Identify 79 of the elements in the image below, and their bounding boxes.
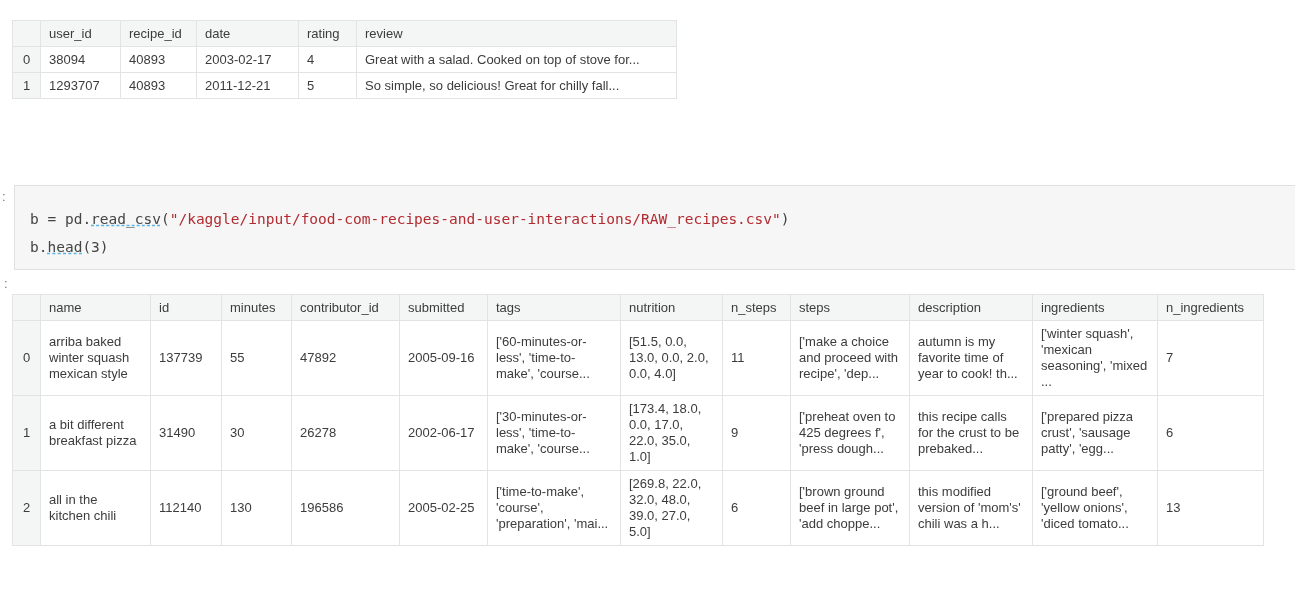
table-cell: 13 <box>1157 470 1264 546</box>
index-header <box>12 294 41 321</box>
table-cell: [173.4, 18.0, 0.0, 17.0, 22.0, 35.0, 1.0] <box>620 395 723 471</box>
code-text: b = pd. <box>30 211 92 227</box>
row-index: 1 <box>12 395 41 471</box>
table-cell: 11 <box>722 320 791 396</box>
column-header: n_steps <box>722 294 791 321</box>
code-text: ( <box>160 211 170 227</box>
index-header <box>12 20 41 47</box>
table-cell: 196586 <box>291 470 400 546</box>
table-cell: Great with a salad. Cooked on top of stove for... <box>356 46 677 73</box>
table-cell: 1293707 <box>40 72 121 99</box>
table-cell: 2003-02-17 <box>196 46 299 73</box>
column-header: description <box>909 294 1033 321</box>
table-cell: 7 <box>1157 320 1264 396</box>
row-index: 0 <box>12 46 41 73</box>
table-cell: ['brown ground beef in large pot', 'add choppe... <box>790 470 910 546</box>
column-header: nutrition <box>620 294 723 321</box>
column-header: id <box>150 294 222 321</box>
column-header: minutes <box>221 294 292 321</box>
table-cell: ['30-minutes-or-less', 'time-to-make', 'course... <box>487 395 621 471</box>
column-header: name <box>40 294 151 321</box>
table-cell: [269.8, 22.0, 32.0, 48.0, 39.0, 27.0, 5.0] <box>620 470 723 546</box>
table-cell: 30 <box>221 395 292 471</box>
row-index: 2 <box>12 470 41 546</box>
table-cell: ['prepared pizza crust', 'sausage patty', 'egg... <box>1032 395 1158 471</box>
table-cell: ['ground beef', 'yellow onions', 'diced tomato... <box>1032 470 1158 546</box>
string-literal: "/kaggle/input/food-com-recipes-and-user-interactions/RAW_recipes.csv" <box>169 211 781 227</box>
table-cell: 6 <box>1157 395 1264 471</box>
table-cell: 40893 <box>120 46 197 73</box>
table-cell: 137739 <box>150 320 222 396</box>
table-cell: 6 <box>722 470 791 546</box>
column-header: tags <box>487 294 621 321</box>
table-cell: ['60-minutes-or-less', 'time-to-make', 'course... <box>487 320 621 396</box>
column-header: recipe_id <box>120 20 197 47</box>
code-text: (3) <box>82 239 109 255</box>
underlined-code: read_csv <box>91 211 161 227</box>
table-cell: 31490 <box>150 395 222 471</box>
column-header: user_id <box>40 20 121 47</box>
table-cell: 130 <box>221 470 292 546</box>
table-cell: So simple, so delicious! Great for chilly fall... <box>356 72 677 99</box>
table-cell: 40893 <box>120 72 197 99</box>
column-header: date <box>196 20 299 47</box>
code-cell[interactable]: b = pd.read_csv("/kaggle/input/food-com-recipes-and-user-interactions/RAW_recipes.csv") b.head(3) <box>14 185 1295 270</box>
table-cell: 9 <box>722 395 791 471</box>
table-cell: 2011-12-21 <box>196 72 299 99</box>
table-cell: [51.5, 0.0, 13.0, 0.0, 2.0, 0.0, 4.0] <box>620 320 723 396</box>
column-header: ingredients <box>1032 294 1158 321</box>
table-cell: this recipe calls for the crust to be prebaked... <box>909 395 1033 471</box>
table-cell: 38094 <box>40 46 121 73</box>
column-header: submitted <box>399 294 488 321</box>
row-index: 1 <box>12 72 41 99</box>
table-cell: all in the kitchen chili <box>40 470 151 546</box>
table-cell: autumn is my favorite time of year to cook! th... <box>909 320 1033 396</box>
table-cell: ['preheat oven to 425 degrees f', 'press dough... <box>790 395 910 471</box>
cell-prompt: : <box>3 276 9 293</box>
table-cell: ['make a choice and proceed with recipe', 'dep... <box>790 320 910 396</box>
table-cell: 2002-06-17 <box>399 395 488 471</box>
table-cell: 55 <box>221 320 292 396</box>
table-cell: ['time-to-make', 'course', 'preparation', 'mai... <box>487 470 621 546</box>
column-header: n_ingredients <box>1157 294 1264 321</box>
column-header: review <box>356 20 677 47</box>
code-text: ) <box>780 211 790 227</box>
table-cell: 2005-02-25 <box>399 470 488 546</box>
column-header: contributor_id <box>291 294 400 321</box>
table-cell: 112140 <box>150 470 222 546</box>
underlined-code: head <box>47 239 83 255</box>
table-cell: ['winter squash', 'mexican seasoning', 'mixed ... <box>1032 320 1158 396</box>
table-cell: this modified version of 'mom's' chili was a h... <box>909 470 1033 546</box>
table-cell: a bit different breakfast pizza <box>40 395 151 471</box>
table-cell: 47892 <box>291 320 400 396</box>
table-cell: 26278 <box>291 395 400 471</box>
code-text: b. <box>30 239 48 255</box>
column-header: steps <box>790 294 910 321</box>
row-index: 0 <box>12 320 41 396</box>
column-header: rating <box>298 20 357 47</box>
table-cell: arriba baked winter squash mexican style <box>40 320 151 396</box>
table-cell: 2005-09-16 <box>399 320 488 396</box>
cell-prompt: : <box>1 188 7 204</box>
